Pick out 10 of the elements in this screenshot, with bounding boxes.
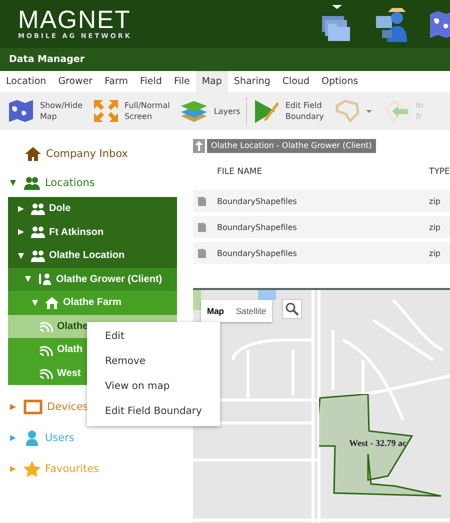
app-title: Data Manager [9, 54, 85, 65]
table-cell: zip [429, 248, 440, 258]
logo-wordmark: MAGNET [18, 8, 132, 32]
table-cell-text: BoundaryShapefiles [217, 196, 298, 206]
breadcrumb: Olathe Location - Olathe Grower (Client) [207, 139, 376, 153]
field-label: West - 32.79 ac [349, 438, 406, 448]
table-cell: zip [429, 196, 440, 206]
table-cell-text: BoundaryShapefiles [217, 222, 298, 232]
table-cell: zip [429, 222, 440, 232]
table-cell-text: BoundaryShapefiles [217, 248, 298, 258]
